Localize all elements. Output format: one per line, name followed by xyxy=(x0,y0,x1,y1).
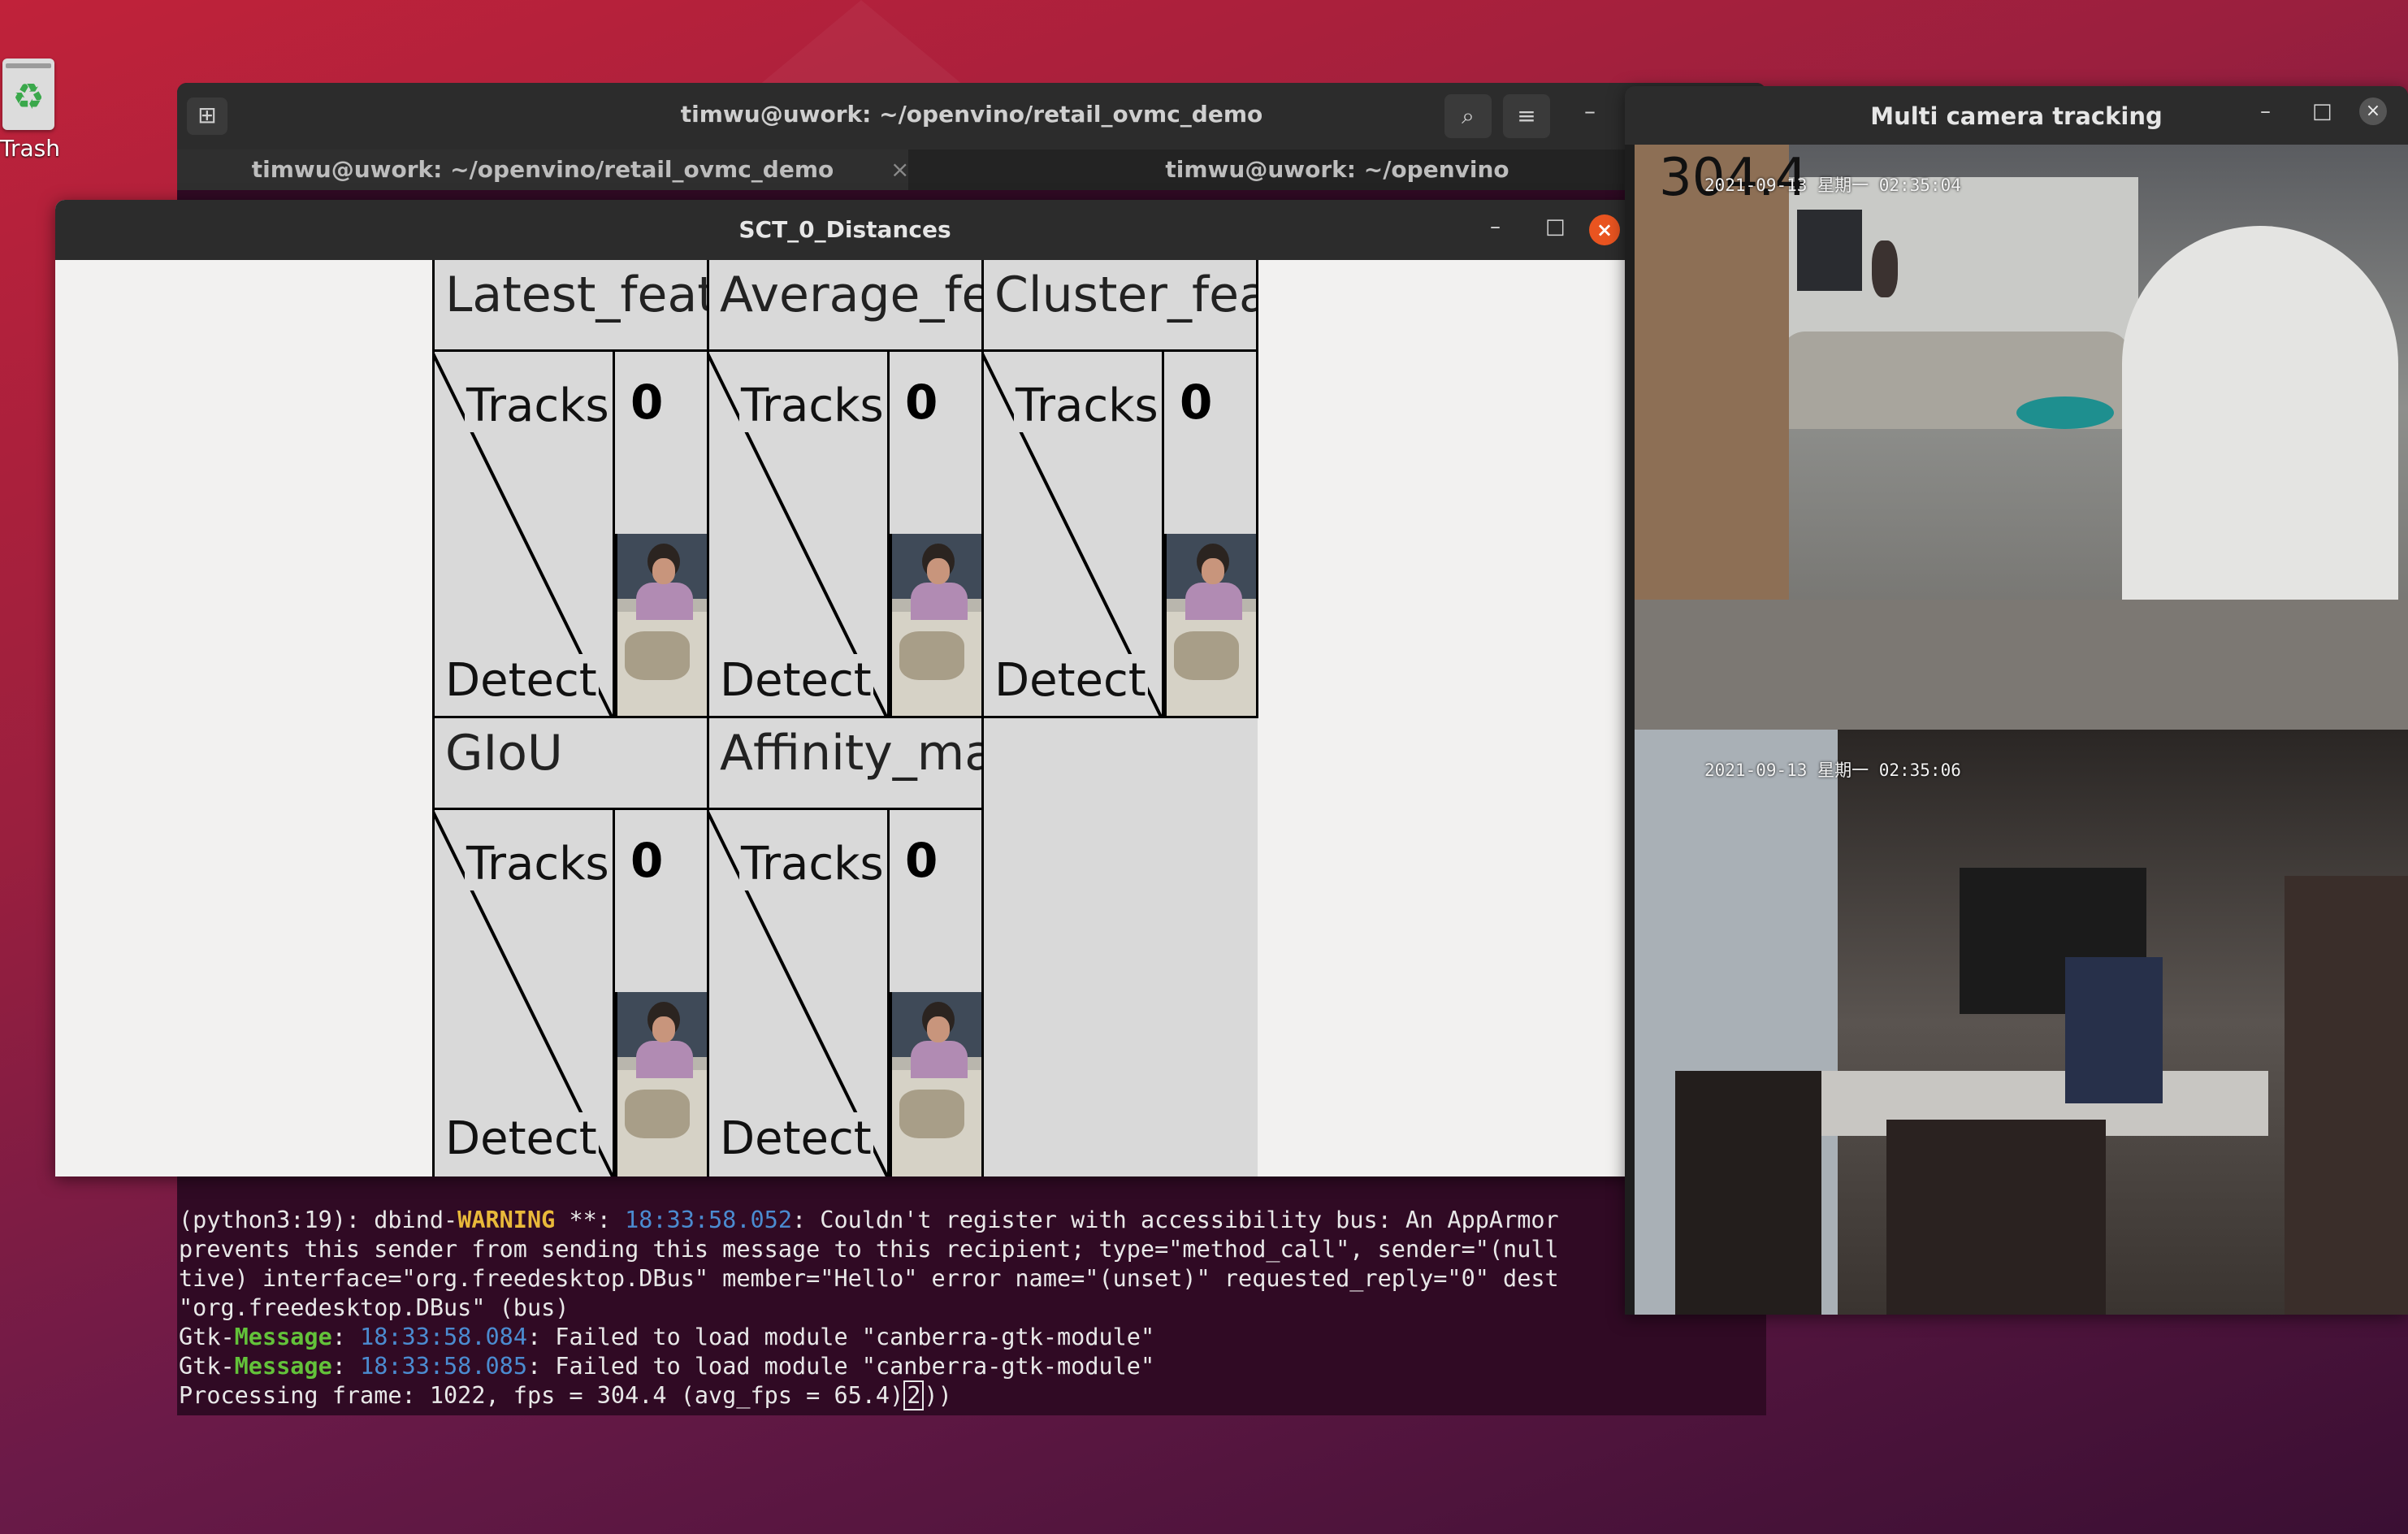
terminal-output[interactable]: (python3:19): dbind-WARNING **: 18:33:58… xyxy=(177,1206,1766,1410)
detection-thumbnail xyxy=(890,534,981,718)
sct-titlebar[interactable]: SCT_0_Distances – □ × xyxy=(55,200,1635,260)
distance-panel: Latest_feature Tracks Detect 0 xyxy=(432,260,709,718)
tracks-label: Tracks xyxy=(1014,379,1160,432)
track-id-value: 0 xyxy=(905,375,938,430)
detection-thumbnail xyxy=(615,534,707,718)
panel-body: Tracks Detect 0 xyxy=(432,352,707,718)
panel-title: GIoU xyxy=(432,718,707,810)
camera-timestamp: 2021-09-13 星期一 02:35:04 xyxy=(1704,176,1961,195)
tracks-label: Tracks xyxy=(739,379,886,432)
maximize-icon[interactable]: □ xyxy=(2312,99,2332,124)
maximize-icon[interactable]: □ xyxy=(1545,214,1566,239)
tab-close-icon[interactable]: × xyxy=(890,150,909,190)
tab-retail-ovmc-demo[interactable]: timwu@uwork: ~/openvino/retail_ovmc_demo xyxy=(177,150,908,190)
multi-camera-window[interactable]: Multi camera tracking – □ × 304.4 2021-0… xyxy=(1625,86,2408,1315)
panel-body: Tracks Detect 0 xyxy=(707,352,981,718)
sct-distances-window[interactable]: SCT_0_Distances – □ × Latest_featureTrac… xyxy=(55,200,1635,1176)
chair-left xyxy=(1675,1071,1821,1315)
output-line: Gtk-Message: 18:33:58.084: Failed to loa… xyxy=(179,1324,1155,1350)
panel-title: Latest_feature xyxy=(432,260,707,352)
output-line: Processing frame: 1022, fps = 304.4 (avg… xyxy=(179,1380,952,1410)
hamburger-menu-icon[interactable]: ≡ xyxy=(1503,94,1550,138)
person xyxy=(1872,240,1898,297)
text-cursor: 2 xyxy=(903,1380,925,1410)
camera-feed-1: 304.4 2021-09-13 星期一 02:35:04 xyxy=(1635,145,2408,730)
white-chair xyxy=(2122,226,2398,648)
output-line: tive) interface="org.freedesktop.DBus" m… xyxy=(179,1265,1559,1292)
output-line: "org.freedesktop.DBus" (bus) xyxy=(179,1294,570,1321)
tracks-label: Tracks xyxy=(465,838,611,890)
output-line: prevents this sender from sending this m… xyxy=(179,1236,1559,1263)
track-id-value: 0 xyxy=(1180,375,1213,430)
panel-title: Cluster_feature xyxy=(981,260,1256,352)
track-id-value: 0 xyxy=(630,833,664,888)
close-icon[interactable]: × xyxy=(1589,214,1620,245)
panel-body: Tracks Detect 0 xyxy=(432,810,707,1176)
camera-feed-2: 2021-09-13 星期一 02:35:06 xyxy=(1635,730,2408,1315)
panel-divider xyxy=(1256,260,1258,718)
output-line: (python3:19): dbind-WARNING **: 18:33:58… xyxy=(179,1207,1559,1233)
panel-title: Average_feature xyxy=(707,260,981,352)
tracks-label: Tracks xyxy=(465,379,611,432)
teal-stool xyxy=(2016,396,2114,429)
shopping-bag xyxy=(2065,957,2163,1103)
terminal-titlebar[interactable]: ⊞ timwu@uwork: ~/openvino/retail_ovmc_de… xyxy=(177,83,1766,150)
track-id-value: 0 xyxy=(630,375,664,430)
mct-titlebar[interactable]: Multi camera tracking – □ × xyxy=(1625,86,2408,145)
desktop-trash[interactable]: ♻ Trash xyxy=(0,58,60,162)
minimize-icon[interactable]: – xyxy=(2260,99,2271,124)
detect-label: Detect xyxy=(993,654,1148,707)
panel-body: Tracks Detect 0 xyxy=(981,352,1256,718)
output-line: Gtk-Message: 18:33:58.085: Failed to loa… xyxy=(179,1353,1155,1380)
minimize-icon[interactable]: – xyxy=(1584,98,1596,124)
close-icon[interactable]: × xyxy=(2359,98,2387,125)
detection-thumbnail xyxy=(890,992,981,1176)
terminal-tab-bar: timwu@uwork: ~/openvino/retail_ovmc_demo… xyxy=(177,150,1766,190)
distance-matrix-canvas: Latest_featureTracksDetect0Average_featu… xyxy=(432,260,1258,1176)
detect-label: Detect xyxy=(444,654,599,707)
minimize-icon[interactable]: – xyxy=(1490,214,1501,239)
chair-center xyxy=(1886,1120,2106,1315)
track-id-value: 0 xyxy=(905,833,938,888)
trash-label: Trash xyxy=(0,135,60,162)
detect-label: Detect xyxy=(718,654,873,707)
grid-border xyxy=(432,260,435,1176)
distance-panel: Cluster_feature Tracks Detect 0 xyxy=(981,260,1258,718)
detect-label: Detect xyxy=(444,1112,599,1165)
panel-title: Affinity_matrix xyxy=(707,718,981,810)
sct-title: SCT_0_Distances xyxy=(738,216,951,243)
tracks-label: Tracks xyxy=(739,838,886,890)
floor xyxy=(1635,600,2408,730)
trash-icon: ♻ xyxy=(2,58,54,130)
detection-thumbnail xyxy=(615,992,707,1176)
search-icon[interactable]: ⌕ xyxy=(1444,94,1492,138)
camera-timestamp: 2021-09-13 星期一 02:35:06 xyxy=(1704,760,1961,780)
distance-panel: GIoU Tracks Detect 0 xyxy=(432,718,709,1176)
distance-panel: Affinity_matrix Tracks Detect 0 xyxy=(707,718,984,1176)
panel-body: Tracks Detect 0 xyxy=(707,810,981,1176)
distance-panel: Average_feature Tracks Detect 0 xyxy=(707,260,984,718)
detection-thumbnail xyxy=(1164,534,1256,718)
monitor xyxy=(1797,210,1862,291)
mct-title: Multi camera tracking xyxy=(1870,102,2163,130)
detect-label: Detect xyxy=(718,1112,873,1165)
right-wall xyxy=(2285,876,2408,1315)
empty-cell xyxy=(984,718,1258,1176)
